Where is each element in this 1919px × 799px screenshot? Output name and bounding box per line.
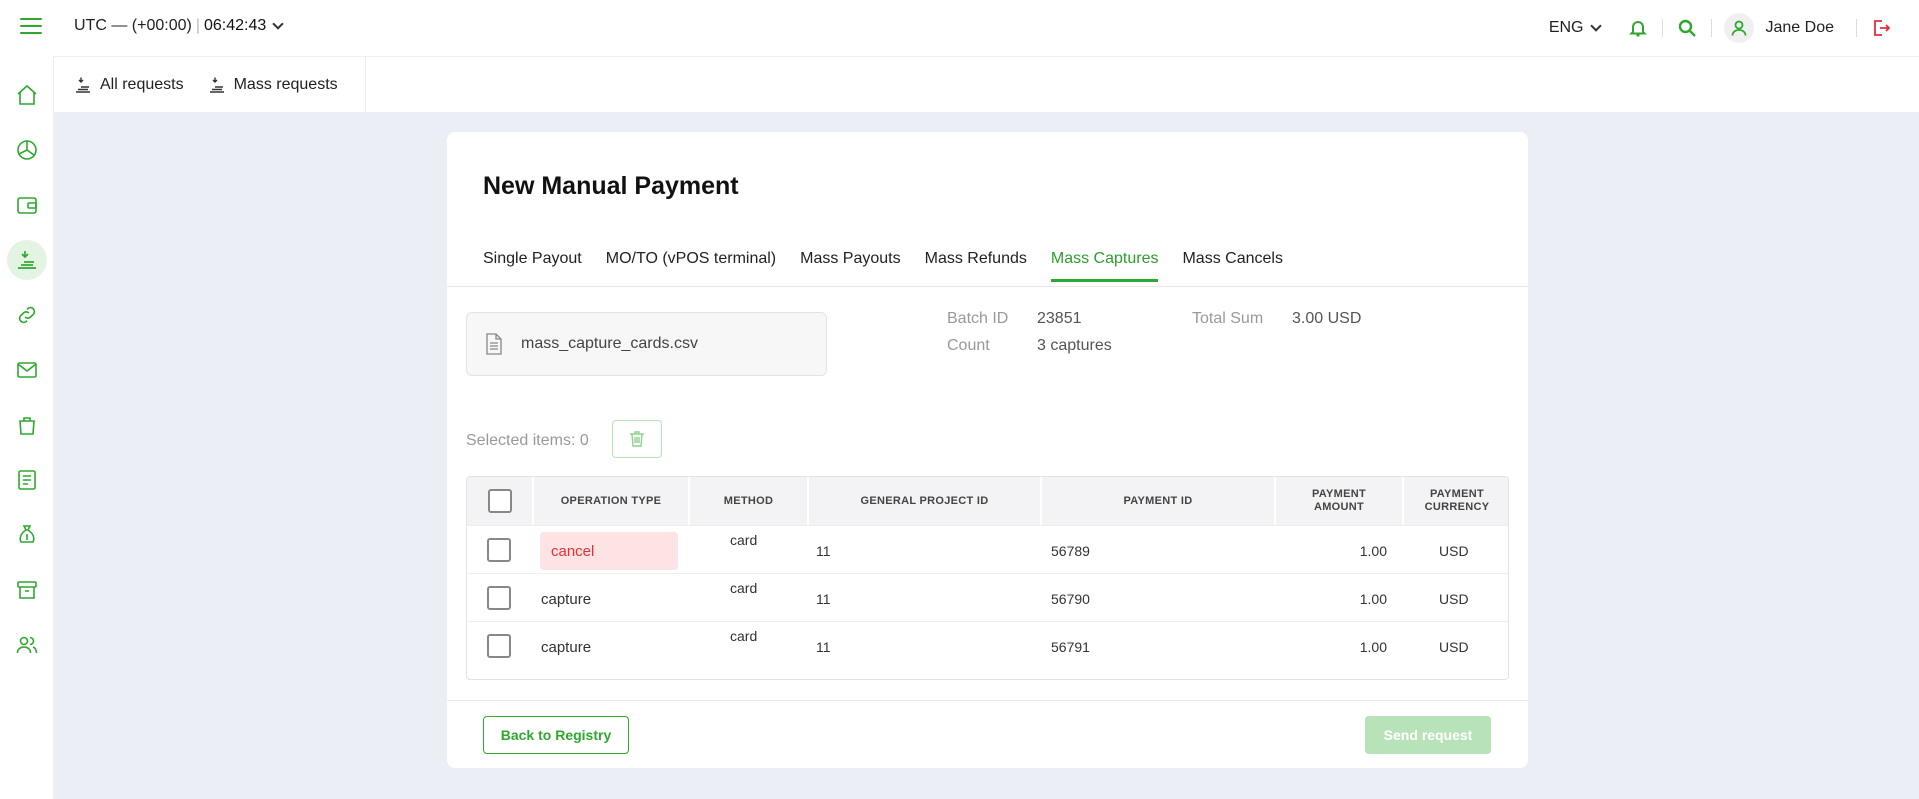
link-icon[interactable] [7,295,47,335]
select-all-cell [467,477,534,525]
divider [1856,19,1857,37]
logout-icon[interactable] [1869,16,1893,40]
menu-icon[interactable] [20,18,42,36]
all-requests-label: All requests [100,76,184,93]
captures-table: OPERATION TYPE METHOD GENERAL PROJECT ID… [466,476,1509,680]
tab-moto[interactable]: MO/TO (vPOS terminal) [606,250,776,282]
requests-icon [76,77,90,93]
top-header: UTC — (+00:00) | 06:42:43 ENG Jane Doe [0,0,1919,56]
back-to-registry-button[interactable]: Back to Registry [483,716,629,754]
column-payment-id: PAYMENT ID [1042,477,1276,525]
sub-navigation: All requests Mass requests [54,56,1919,113]
bag-icon[interactable] [7,405,47,445]
column-payment-currency: PAYMENT CURRENCY [1424,488,1490,513]
requests-icon [209,77,224,93]
batch-id-value: 23851 [1037,310,1082,327]
row-checkbox[interactable] [487,634,511,658]
document-icon[interactable] [7,460,47,500]
tab-mass-cancels[interactable]: Mass Cancels [1182,250,1282,282]
users-icon[interactable] [7,625,47,665]
row-checkbox[interactable] [487,538,511,562]
mail-icon[interactable] [7,350,47,390]
column-payment-amount: PAYMENT AMOUNT [1276,477,1404,525]
file-name: mass_capture_cards.csv [521,335,698,352]
selected-items: Selected items: 0 [466,432,589,449]
operation-type-cell: capture [541,639,592,656]
method-cell: card [730,628,758,644]
home-icon[interactable] [7,75,47,115]
column-method: METHOD [690,477,809,525]
payment-card: New Manual Payment Single Payout MO/TO (… [447,132,1528,768]
table-row: capture card 11 56791 1.00 USD [467,621,1508,669]
search-icon[interactable] [1675,16,1699,40]
tab-mass-payouts[interactable]: Mass Payouts [800,250,900,282]
operation-type-cell: capture [541,591,592,608]
bell-icon[interactable] [1626,16,1650,40]
count-value: 3 captures [1037,337,1112,354]
tab-mass-captures[interactable]: Mass Captures [1050,250,1158,282]
currency-cell: USD [1439,543,1469,559]
method-cell: card [730,580,758,596]
language-label: ENG [1548,19,1584,36]
payment-id-cell: 56791 [1051,639,1090,655]
chevron-down-icon [272,17,284,30]
row-checkbox[interactable] [487,586,511,610]
tabs-divider [447,286,1528,287]
amount-cell: 1.00 [1359,543,1387,559]
timezone-selector[interactable]: UTC — (+00:00) | 06:42:43 [74,17,284,35]
sidebar [0,56,54,799]
amount-cell: 1.00 [1359,591,1387,607]
method-cell: card [730,532,758,548]
send-request-button[interactable]: Send request [1365,716,1491,754]
total-sum-label: Total Sum [1192,310,1264,327]
currency-cell: USD [1439,591,1469,607]
tab-mass-refunds[interactable]: Mass Refunds [925,250,1027,282]
delete-button[interactable] [612,420,662,458]
user-name: Jane Doe [1765,19,1835,36]
project-id-cell: 11 [816,591,831,607]
mass-requests-link[interactable]: Mass requests [208,76,338,94]
payments-icon[interactable] [7,240,47,280]
batch-id-label: Batch ID [947,310,1009,327]
footer-divider [447,700,1528,701]
uploaded-file[interactable]: mass_capture_cards.csv [466,312,827,376]
language-selector[interactable]: ENG [1548,19,1602,37]
table-row: capture card 11 56790 1.00 USD [467,573,1508,621]
currency-cell: USD [1439,639,1469,655]
count-label: Count [947,337,990,354]
wallet-icon[interactable] [7,185,47,225]
file-icon [486,333,502,355]
divider [1710,19,1712,37]
avatar [1723,13,1754,43]
total-sum-value: 3.00 USD [1292,310,1362,327]
table-row: cancel card 11 56789 1.00 USD [467,525,1508,573]
select-all-checkbox[interactable] [488,489,512,513]
money-bag-icon[interactable] [7,515,47,555]
current-time: 06:42:43 [203,17,267,34]
timezone-label: UTC — (+00:00) [74,17,192,34]
pie-chart-icon[interactable] [7,130,47,170]
timezone-separator: | [195,17,200,34]
tab-single-payout[interactable]: Single Payout [483,250,582,282]
all-requests-link[interactable]: All requests [74,76,184,94]
table-header: OPERATION TYPE METHOD GENERAL PROJECT ID… [467,477,1508,525]
operation-type-error[interactable]: cancel [540,532,678,570]
trash-icon [630,431,644,447]
payment-tabs: Single Payout MO/TO (vPOS terminal) Mass… [483,250,1307,282]
page-title: New Manual Payment [483,172,739,200]
column-operation-type: OPERATION TYPE [534,477,690,525]
divider [1661,19,1663,37]
column-general-project-id: GENERAL PROJECT ID [809,477,1042,525]
amount-cell: 1.00 [1359,639,1387,655]
project-id-cell: 11 [816,639,831,655]
chevron-down-icon [1589,19,1602,32]
mass-requests-label: Mass requests [233,76,338,93]
payment-id-cell: 56790 [1051,591,1090,607]
archive-icon[interactable] [7,570,47,610]
user-menu[interactable]: Jane Doe [1723,13,1835,43]
project-id-cell: 11 [816,543,831,559]
payment-id-cell: 56789 [1051,543,1090,559]
